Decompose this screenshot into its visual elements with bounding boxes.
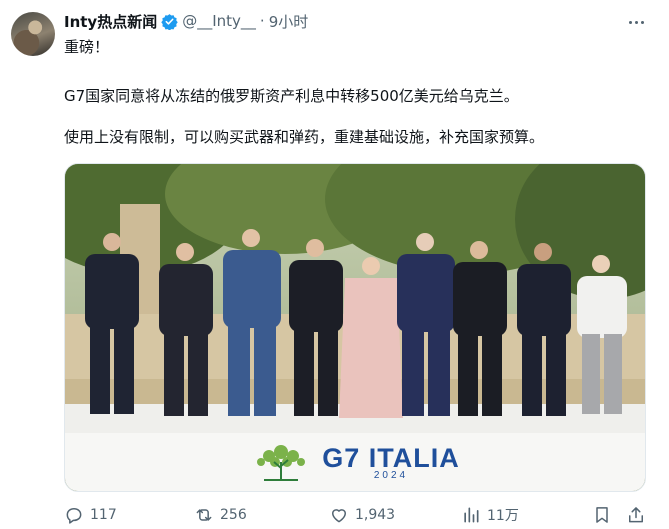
like-button[interactable]: 1,943: [329, 505, 395, 525]
reply-button[interactable]: 117: [64, 505, 117, 525]
tweet-photo[interactable]: G7 ITALIA 2024: [64, 163, 646, 492]
share-button[interactable]: [626, 505, 652, 525]
separator-dot: ·: [259, 12, 265, 30]
tweet-header: Inty热点新闻 @__Inty__ · 9小时: [64, 10, 308, 32]
views-button[interactable]: 11万: [461, 505, 519, 525]
retweet-icon: [196, 509, 212, 521]
action-bar: 117 256 1,943 11万: [64, 505, 648, 527]
timestamp[interactable]: 9小时: [269, 11, 309, 32]
views-count: 11万: [487, 508, 519, 524]
olive-tree-logo-icon: [257, 445, 306, 481]
tweet-text-line: 使用上没有限制，可以购买武器和弹药，重建基础设施，补充国家预算。: [64, 128, 545, 146]
handle[interactable]: @__Inty__: [182, 12, 256, 30]
views-icon: [464, 507, 479, 523]
tweet-text-line: 重磅！: [64, 38, 110, 56]
retweet-count: 256: [220, 507, 247, 523]
g7-banner: G7 ITALIA 2024: [65, 433, 645, 491]
reply-count: 117: [90, 507, 117, 523]
like-count: 1,943: [355, 507, 396, 523]
share-icon: [629, 507, 643, 523]
verified-badge-icon: [161, 13, 178, 30]
bookmark-button[interactable]: [592, 505, 618, 525]
more-icon[interactable]: [624, 12, 648, 32]
avatar[interactable]: [11, 12, 55, 56]
retweet-button[interactable]: 256: [194, 505, 247, 525]
display-name[interactable]: Inty热点新闻: [64, 11, 157, 32]
like-icon: [332, 509, 346, 523]
reply-icon: [66, 508, 82, 524]
tweet-text-line: G7国家同意将从冻结的俄罗斯资产利息中转移500亿美元给乌克兰。: [64, 87, 519, 105]
bookmark-icon: [596, 507, 608, 523]
